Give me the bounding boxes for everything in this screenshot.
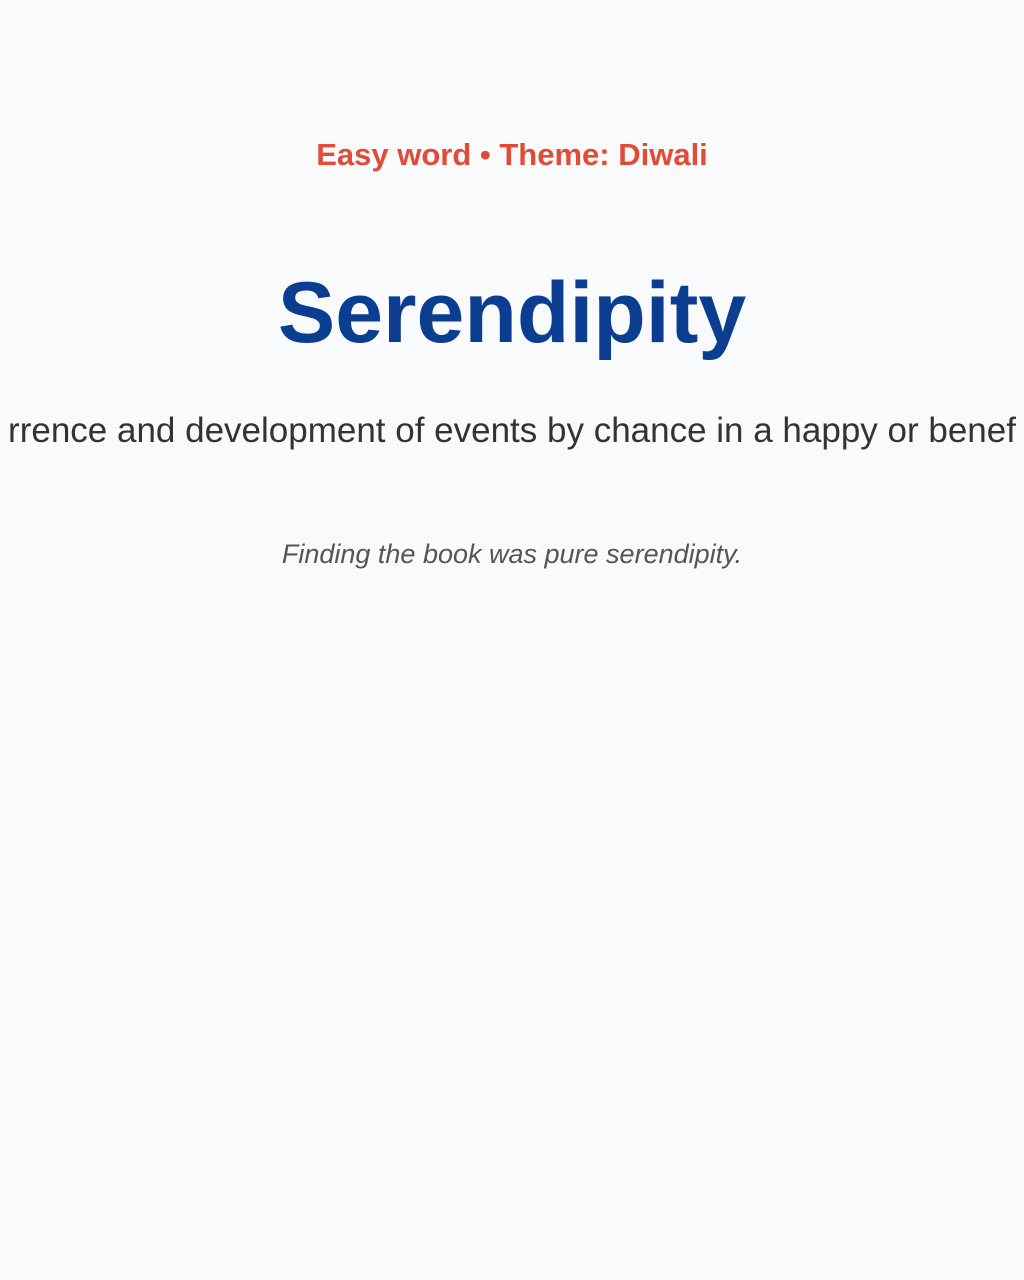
word-card: Easy word • Theme: Diwali Serendipity rr… xyxy=(0,0,1024,1280)
word-meta: Easy word • Theme: Diwali xyxy=(0,136,1024,174)
theme-label: Theme: Diwali xyxy=(499,137,708,172)
example-sentence: Finding the book was pure serendipity. xyxy=(281,539,743,569)
word-title: Serendipity xyxy=(277,264,747,361)
difficulty-label: Easy word xyxy=(316,137,472,172)
word-definition: rrence and development of events by chan… xyxy=(8,411,1016,450)
meta-separator: • xyxy=(471,137,500,172)
